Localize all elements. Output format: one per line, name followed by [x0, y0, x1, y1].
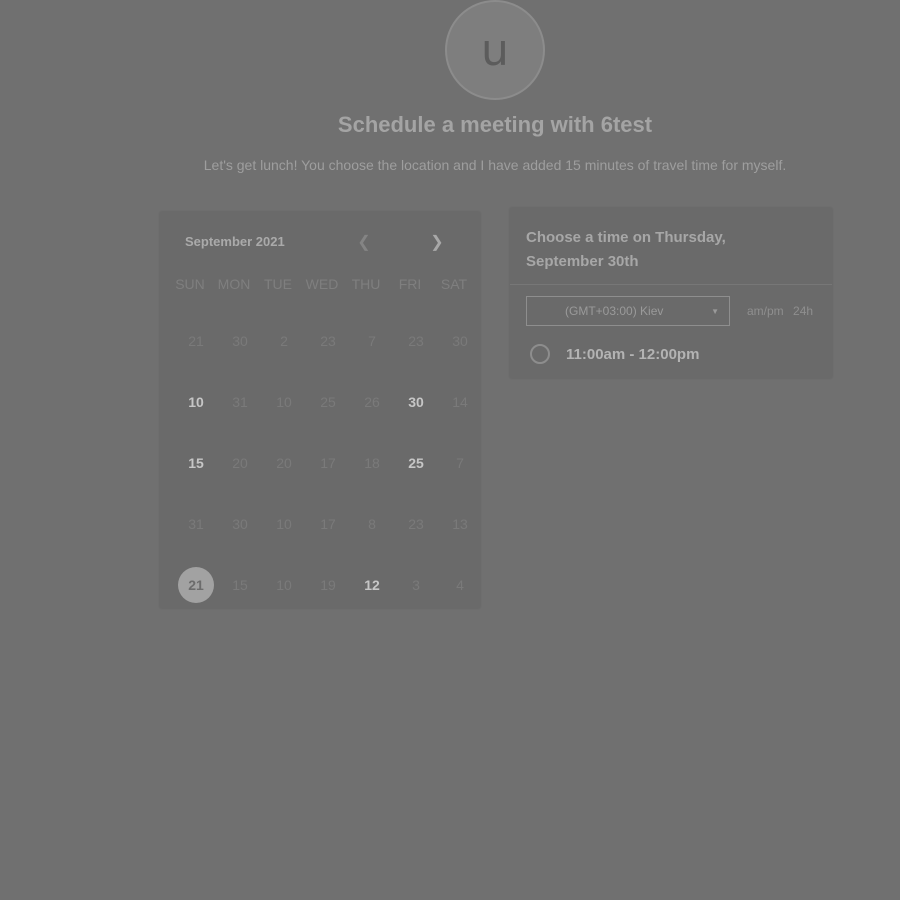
calendar-day: 7 — [438, 432, 482, 493]
calendar-day-number: 10 — [276, 515, 292, 532]
calendar-day: 17 — [306, 432, 350, 493]
calendar-day-number: 30 — [408, 393, 424, 410]
calendar-day-number: 10 — [276, 576, 292, 593]
calendar-day: 31 — [174, 493, 218, 554]
weekday-label: THU — [351, 276, 381, 292]
calendar-day: 17 — [306, 493, 350, 554]
calendar-day-number: 31 — [188, 515, 204, 532]
calendar-day-number: 7 — [368, 332, 376, 349]
calendar-day[interactable]: 12 — [350, 554, 394, 615]
calendar-day: 30 — [218, 493, 262, 554]
calendar-weekdays: SUN MON TUE WED THU FRI SAT — [168, 276, 476, 292]
divider — [510, 284, 832, 285]
calendar-day[interactable]: 10 — [174, 371, 218, 432]
calendar-day-number: 13 — [452, 515, 468, 532]
calendar-day-number: 18 — [364, 454, 380, 471]
calendar-day: 10 — [262, 371, 306, 432]
calendar-day-number: 23 — [408, 332, 424, 349]
calendar-day-number: 21 — [178, 566, 214, 603]
calendar-day-number: 15 — [232, 576, 248, 593]
calendar-day: 31 — [218, 371, 262, 432]
weekday-label: WED — [305, 276, 339, 292]
calendar-day[interactable]: 25 — [394, 432, 438, 493]
calendar-day-number: 30 — [452, 332, 468, 349]
calendar-day: 23 — [394, 310, 438, 371]
calendar-day-number: 15 — [188, 454, 204, 471]
calendar-day: 18 — [350, 432, 394, 493]
calendar-day-number: 10 — [188, 393, 204, 410]
format-ampm-option[interactable]: am/pm — [747, 304, 784, 318]
weekday-label: SUN — [175, 276, 205, 292]
calendar-day: 7 — [350, 310, 394, 371]
time-panel-header: Choose a time on Thursday, September 30t… — [526, 229, 726, 270]
calendar-day-number: 31 — [232, 393, 248, 410]
time-format-toggle: am/pm 24h — [747, 304, 819, 318]
page-subtitle: Let's get lunch! You choose the location… — [203, 157, 787, 173]
calendar-day-number: 12 — [364, 576, 380, 593]
calendar-day: 10 — [262, 554, 306, 615]
calendar-day-number: 14 — [452, 393, 468, 410]
chevron-left-icon[interactable]: ❮ — [354, 232, 374, 252]
calendar-day-number: 20 — [232, 454, 248, 471]
calendar-day: 13 — [438, 493, 482, 554]
calendar-day-number: 23 — [408, 515, 424, 532]
calendar-day-number: 2 — [280, 332, 288, 349]
calendar-day: 8 — [350, 493, 394, 554]
timezone-select[interactable]: (GMT+03:00) Kiev ▼ — [526, 296, 730, 326]
calendar-day: 14 — [438, 371, 482, 432]
format-24h-option[interactable]: 24h — [793, 304, 813, 318]
calendar: September 2021 ❮ ❯ SUN MON TUE WED THU F… — [160, 212, 480, 608]
calendar-day: 25 — [306, 371, 350, 432]
weekday-label: SAT — [440, 276, 468, 292]
calendar-day: 3 — [394, 554, 438, 615]
radio-icon[interactable] — [530, 344, 550, 364]
avatar: u — [445, 0, 545, 100]
calendar-day-number: 10 — [276, 393, 292, 410]
calendar-day-number: 19 — [320, 576, 336, 593]
calendar-day: 26 — [350, 371, 394, 432]
calendar-day-number: 7 — [456, 454, 464, 471]
calendar-day-number: 25 — [408, 454, 424, 471]
time-slot-label: 11:00am - 12:00pm — [566, 345, 700, 363]
calendar-day: 4 — [438, 554, 482, 615]
calendar-day[interactable]: 30 — [394, 371, 438, 432]
calendar-day-number: 25 — [320, 393, 336, 410]
weekday-label: MON — [217, 276, 251, 292]
calendar-day: 20 — [262, 432, 306, 493]
page-title: Schedule a meeting with 6test — [337, 112, 653, 137]
calendar-day-number: 21 — [188, 332, 204, 349]
chevron-right-icon[interactable]: ❯ — [427, 232, 447, 252]
calendar-day-number: 17 — [320, 515, 336, 532]
calendar-day-number: 26 — [364, 393, 380, 410]
weekday-label: TUE — [264, 276, 292, 292]
weekday-label: FRI — [398, 276, 422, 292]
calendar-day: 10 — [262, 493, 306, 554]
time-slot[interactable]: 11:00am - 12:00pm — [530, 344, 699, 364]
calendar-day-number: 17 — [320, 454, 336, 471]
calendar-day: 23 — [394, 493, 438, 554]
calendar-day-number: 8 — [368, 515, 376, 532]
calendar-day-number: 4 — [456, 576, 464, 593]
calendar-day-selected[interactable]: 21 — [174, 554, 218, 615]
caret-down-icon: ▼ — [711, 307, 719, 316]
time-panel: Choose a time on Thursday, September 30t… — [510, 208, 832, 378]
calendar-day: 2 — [262, 310, 306, 371]
calendar-day-number: 30 — [232, 332, 248, 349]
timezone-value: (GMT+03:00) Kiev — [565, 304, 664, 318]
calendar-day: 30 — [438, 310, 482, 371]
calendar-day-number: 3 — [412, 576, 420, 593]
calendar-days: 21 30 2 23 7 23 30 10 31 10 25 26 30 14 15 20 20 17 18 25 7 3… — [174, 310, 482, 615]
calendar-day: 21 — [174, 310, 218, 371]
calendar-day[interactable]: 15 — [174, 432, 218, 493]
calendar-day-number: 30 — [232, 515, 248, 532]
calendar-day: 19 — [306, 554, 350, 615]
calendar-month-label: September 2021 — [185, 234, 285, 249]
calendar-day: 15 — [218, 554, 262, 615]
calendar-day-number: 20 — [276, 454, 292, 471]
calendar-day: 30 — [218, 310, 262, 371]
calendar-day-number: 23 — [320, 332, 336, 349]
calendar-day: 20 — [218, 432, 262, 493]
calendar-day: 23 — [306, 310, 350, 371]
